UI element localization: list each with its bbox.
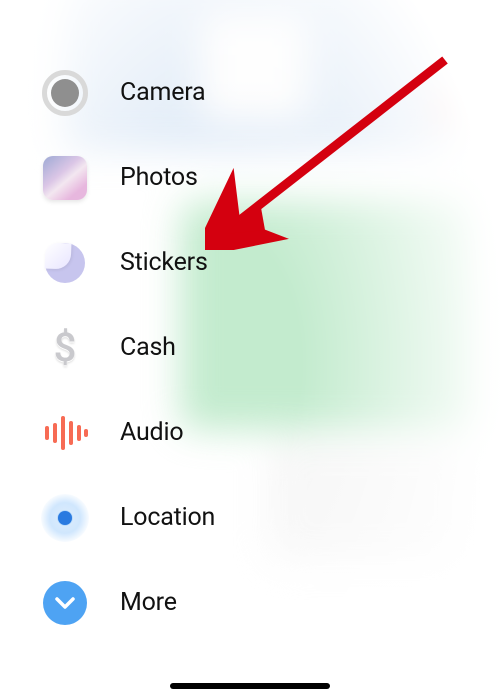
chevron-down-icon bbox=[40, 578, 90, 628]
stickers-icon bbox=[40, 238, 90, 288]
menu-item-camera[interactable]: Camera bbox=[40, 50, 400, 135]
menu-item-label: Stickers bbox=[120, 248, 208, 277]
audio-waveform-icon bbox=[40, 408, 90, 458]
menu-item-audio[interactable]: Audio bbox=[40, 390, 400, 475]
menu-item-label: More bbox=[120, 588, 177, 617]
cash-icon: $ bbox=[40, 323, 90, 373]
menu-item-more[interactable]: More bbox=[40, 560, 400, 645]
home-indicator[interactable] bbox=[170, 683, 330, 689]
photos-icon bbox=[40, 153, 90, 203]
menu-item-label: Photos bbox=[120, 163, 198, 192]
location-icon bbox=[40, 493, 90, 543]
attachment-menu: Camera Photos Stickers $ Cash bbox=[40, 50, 400, 645]
menu-item-cash[interactable]: $ Cash bbox=[40, 305, 400, 390]
menu-item-stickers[interactable]: Stickers bbox=[40, 220, 400, 305]
menu-item-label: Location bbox=[120, 503, 215, 532]
menu-item-location[interactable]: Location bbox=[40, 475, 400, 560]
menu-item-label: Camera bbox=[120, 78, 205, 107]
menu-item-label: Audio bbox=[120, 418, 183, 447]
camera-icon bbox=[40, 68, 90, 118]
menu-item-photos[interactable]: Photos bbox=[40, 135, 400, 220]
menu-item-label: Cash bbox=[120, 333, 176, 362]
